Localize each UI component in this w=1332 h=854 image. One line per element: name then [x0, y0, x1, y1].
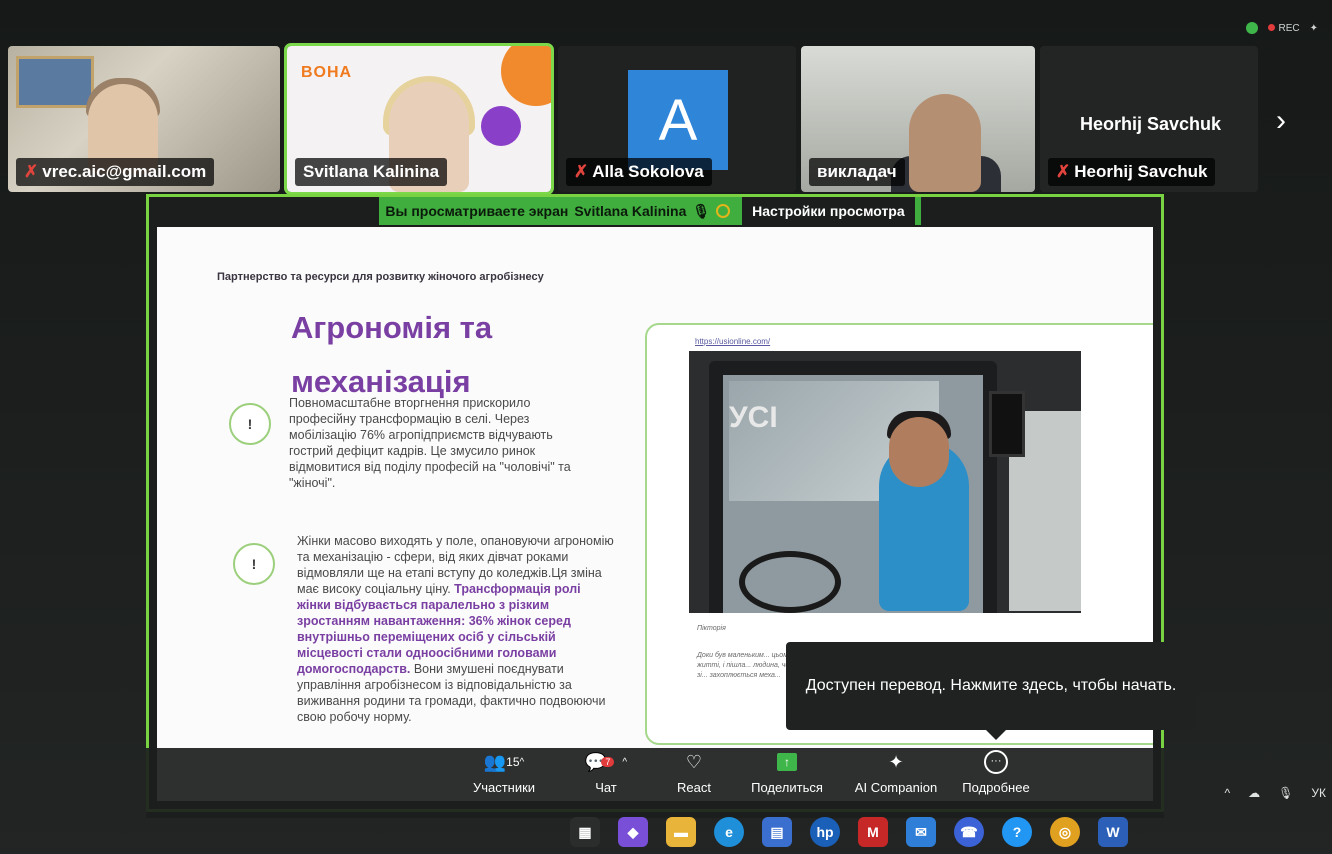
muted-mic-icon: ✗ — [24, 162, 39, 181]
participant-tile[interactable]: ✗ vrec.aic@gmail.com — [8, 46, 280, 192]
participant-name: Heorhij Savchuk — [1074, 162, 1208, 181]
slide-paragraph: Жінки масово виходять у поле, опановуючи… — [297, 533, 617, 725]
cloud-icon[interactable]: ☁ — [1248, 786, 1260, 800]
next-page-arrow-icon[interactable]: › — [1276, 104, 1286, 138]
more-dots-icon: ··· — [984, 750, 1008, 774]
participant-name: vrec.aic@gmail.com — [42, 162, 207, 181]
slide-paragraph: Повномасштабне вторгнення прискорило про… — [289, 396, 571, 490]
react-label: React — [677, 780, 711, 795]
participants-count: 15 — [506, 755, 520, 769]
share-screen-button[interactable]: ↑ Поделиться — [742, 748, 832, 795]
participant-name-tag: Svitlana Kalinina — [295, 158, 448, 186]
meeting-status: REC ✦ — [1246, 22, 1318, 34]
chevron-up-icon: ^ — [519, 756, 525, 768]
record-dot-icon — [1268, 23, 1276, 31]
participant-name-tag: ✗ Alla Sokolova — [566, 158, 712, 186]
source-link[interactable]: https://usionline.com/ — [695, 337, 770, 346]
presenter-name: Svitlana Kalinina — [574, 203, 687, 219]
participant-name: викладач — [817, 162, 897, 181]
participant-name-tag: ✗ vrec.aic@gmail.com — [16, 158, 215, 186]
ai-companion-button[interactable]: ✦ AI Companion — [846, 748, 946, 796]
language-indicator[interactable]: УК — [1311, 786, 1326, 800]
security-shield-icon[interactable] — [1246, 22, 1259, 34]
background-decoration — [501, 46, 551, 106]
participant-video — [909, 94, 981, 192]
participant-display-name: Heorhij Savchuk — [1080, 114, 1222, 134]
ai-companion-label: AI Companion — [854, 780, 938, 795]
wall-painting — [16, 56, 94, 108]
record-icon — [716, 204, 731, 218]
exclamation-icon: ! — [233, 543, 275, 585]
sparkle-icon: ✦ — [888, 751, 904, 772]
tooltip-text: Доступен перевод. Нажмите здесь, чтобы н… — [805, 677, 1177, 694]
task-view-icon[interactable]: ▦ — [570, 817, 600, 847]
chevron-up-icon: ^ — [622, 756, 628, 768]
viber-icon[interactable]: ☎ — [954, 817, 984, 847]
windows-taskbar: ▦ ◆ ▬ e ▤ hp M ✉ ☎ ? ◎ W — [520, 810, 1332, 854]
more-label: Подробнее — [962, 780, 1030, 795]
chevron-up-icon[interactable]: ^ — [1225, 786, 1231, 800]
translation-tooltip[interactable]: Доступен перевод. Нажмите здесь, чтобы н… — [786, 642, 1196, 740]
chat-badge: 7 — [601, 757, 615, 767]
participant-tile[interactable]: A ✗ Alla Sokolova — [558, 46, 796, 192]
participant-name: Alla Sokolova — [592, 162, 704, 181]
chrome-icon[interactable]: ◎ — [1050, 817, 1080, 847]
heart-icon: ♡ — [685, 751, 703, 772]
copilot-icon[interactable]: ◆ — [618, 817, 648, 847]
mail-icon[interactable]: ✉ — [906, 817, 936, 847]
active-speaker-tile[interactable]: BOHA Svitlana Kalinina — [284, 43, 554, 195]
participant-name-tag: викладач — [809, 158, 905, 186]
participants-icon: 👥 — [483, 751, 507, 772]
mic-icon: 🎙 — [692, 202, 711, 219]
photo-caption-title: Пікторія — [697, 625, 726, 632]
participants-label: Участники — [472, 780, 536, 795]
mcafee-icon[interactable]: M — [858, 817, 888, 847]
video-gallery: ✗ vrec.aic@gmail.com BOHA Svitlana Kalini… — [8, 43, 1318, 196]
word-icon[interactable]: W — [1098, 817, 1128, 847]
tractor-logo: УСІ — [729, 401, 778, 434]
background-decoration — [481, 106, 521, 146]
recording-indicator: REC — [1268, 22, 1300, 34]
participants-button[interactable]: 👥 15 ^ Участники — [464, 748, 544, 796]
muted-mic-icon: ✗ — [1056, 162, 1071, 181]
share-label: Поделиться — [751, 780, 823, 795]
exclamation-icon: ! — [229, 403, 271, 445]
react-button[interactable]: ♡ React — [664, 748, 724, 796]
store-icon[interactable]: ▤ — [762, 817, 792, 847]
pin-icon[interactable]: ✦ — [1310, 23, 1318, 34]
participant-tile[interactable]: Heorhij Savchuk ✗ Heorhij Savchuk — [1040, 46, 1258, 192]
file-explorer-icon[interactable]: ▬ — [666, 817, 696, 847]
rec-label: REC — [1278, 22, 1300, 34]
side-mirror — [989, 391, 1025, 457]
chat-label: Чат — [595, 780, 617, 795]
more-button[interactable]: ··· Подробнее — [956, 748, 1036, 795]
monitor-screen: REC ✦ ✗ vrec.aic@gmail.com BOHA Svitlana … — [0, 0, 1332, 854]
help-icon[interactable]: ? — [1002, 817, 1032, 847]
participant-name: Svitlana Kalinina — [303, 162, 440, 181]
muted-mic-icon: ✗ — [574, 162, 589, 181]
slide-title: Агрономія та механізація — [291, 310, 493, 399]
virtual-background-logo: BOHA — [301, 64, 353, 81]
meeting-toolbar: 👥 15 ^ Участники 💬 7 ^ Чат ♡ React ↑ Поделит… — [146, 748, 1164, 818]
participant-tile[interactable]: викладач — [801, 46, 1035, 192]
participant-name-tag: ✗ Heorhij Savchuk — [1048, 158, 1216, 186]
chat-button[interactable]: 💬 7 ^ Чат — [576, 748, 636, 796]
view-settings-button[interactable]: Настройки просмотра — [742, 197, 915, 225]
steering-wheel — [739, 551, 841, 613]
system-tray: ^ ☁ 🎙 УК — [1225, 786, 1327, 800]
driver-face — [889, 417, 949, 487]
microphone-icon[interactable]: 🎙 — [1278, 786, 1293, 800]
share-arrow-icon: ↑ — [777, 753, 797, 771]
slide-subtitle: Партнерство та ресурси для розвитку жіно… — [217, 271, 544, 283]
hp-icon[interactable]: hp — [810, 817, 840, 847]
share-banner: Вы просматриваете экран Svitlana Kalinin… — [379, 197, 921, 225]
avatar: A — [628, 70, 728, 170]
edge-icon[interactable]: e — [714, 817, 744, 847]
tractor-photo: УСІ — [689, 351, 1081, 613]
share-banner-text: Вы просматриваете экран — [385, 203, 569, 219]
